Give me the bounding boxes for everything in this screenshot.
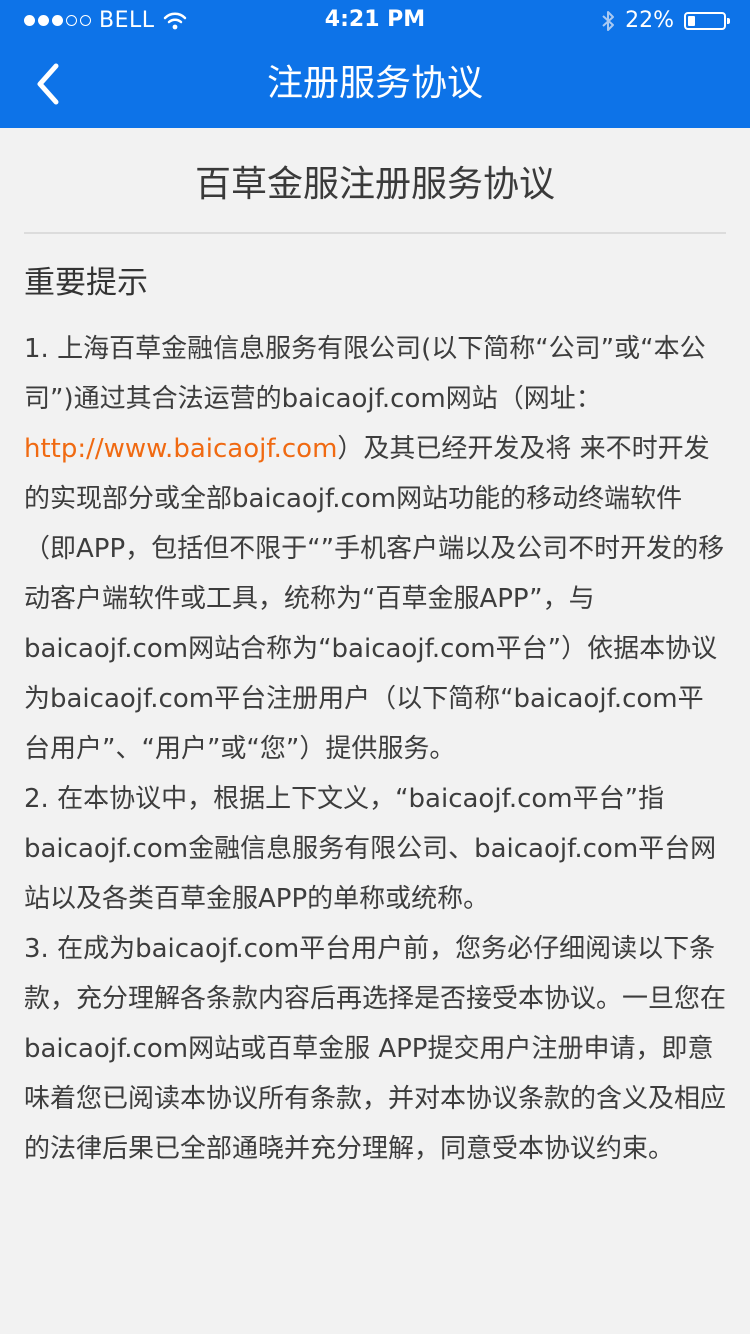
battery-fill [688,15,695,26]
paragraph-1-text-after: ）及其已经开发及将 来不时开发的实现部分或全部baicaojf.com网站功能的… [24,434,725,764]
agreement-content[interactable]: 百草金服注册服务协议 重要提示 1. 上海百草金融信息服务有限公司(以下简称“公… [0,128,750,1174]
paragraph-3: 3. 在成为baicaojf.com平台用户前，您务必仔细阅读以下条款，充分理解… [24,934,727,1164]
website-link[interactable]: http://www.baicaojf.com [24,434,337,464]
document-title: 百草金服注册服务协议 [194,164,555,205]
paragraph-1: 1. 上海百草金融信息服务有限公司(以下简称“公司”或“本公司”)通过其合法运营… [24,324,726,774]
status-bar: BELL 4:21 PM 22% [0,0,750,40]
paragraph-2: 2. 在本协议中，根据上下文义，“baicaojf.com平台”指baicaoj… [24,784,717,914]
status-right: 22% [601,8,730,33]
paragraph-1-text-before: 1. 上海百草金融信息服务有限公司(以下简称“公司”或“本公司”)通过其合法运营… [24,334,706,414]
section-heading: 重要提示 [24,265,148,301]
battery-percent: 22% [625,8,674,33]
nav-bar: 注册服务协议 [0,40,750,128]
top-bar: BELL 4:21 PM 22% 注册服务协议 [0,0,750,128]
battery-nub [727,17,730,24]
page-title: 注册服务协议 [266,63,483,104]
battery-icon [684,11,730,30]
title-divider [24,232,726,234]
bluetooth-icon [602,10,615,31]
